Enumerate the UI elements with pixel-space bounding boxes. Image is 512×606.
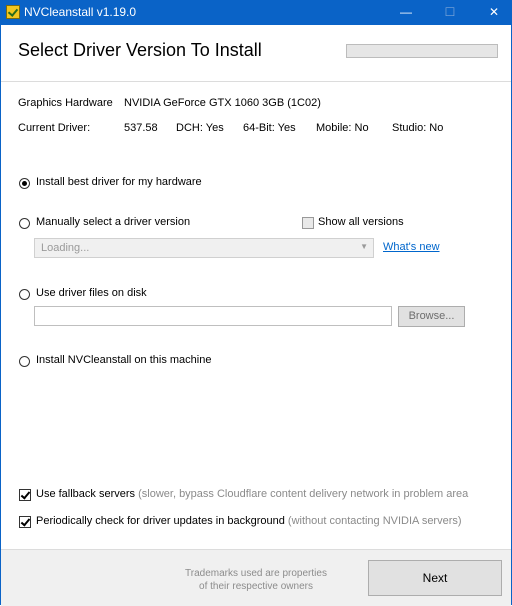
bit64-status: 64-Bit: Yes bbox=[243, 122, 296, 134]
mobile-status: Mobile: No bbox=[316, 122, 369, 134]
whats-new-link[interactable]: What's new bbox=[383, 241, 440, 253]
manual-version-label[interactable]: Manually select a driver version bbox=[36, 216, 190, 228]
chevron-down-icon: ▼ bbox=[360, 242, 368, 251]
maximize-button: ☐ bbox=[444, 5, 456, 19]
window-title: NVCleanstall v1.19.0 bbox=[24, 5, 137, 19]
trademark-line-1: Trademarks used are properties bbox=[185, 568, 327, 579]
install-nvcleanstall-radio[interactable] bbox=[19, 356, 30, 367]
hardware-label: Graphics Hardware bbox=[18, 97, 113, 109]
driver-version-select-value: Loading... bbox=[41, 242, 90, 254]
periodic-check-note: (without contacting NVIDIA servers) bbox=[287, 515, 462, 527]
download-progress-bar bbox=[346, 44, 498, 58]
trademark-line-2: of their respective owners bbox=[199, 581, 313, 592]
install-nvcleanstall-label[interactable]: Install NVCleanstall on this machine bbox=[36, 354, 211, 366]
app-icon bbox=[6, 5, 20, 19]
best-driver-label[interactable]: Install best driver for my hardware bbox=[36, 176, 202, 188]
hardware-value: NVIDIA GeForce GTX 1060 3GB (1C02) bbox=[124, 97, 321, 109]
fallback-servers-note: (slower, bypass Cloudflare content deliv… bbox=[138, 488, 469, 500]
close-button[interactable]: ✕ bbox=[476, 0, 512, 25]
driver-version-select[interactable]: Loading... ▼ bbox=[34, 238, 374, 258]
page-title: Select Driver Version To Install bbox=[18, 40, 262, 60]
dch-status: DCH: Yes bbox=[176, 122, 224, 134]
browse-button[interactable]: Browse... bbox=[398, 306, 465, 327]
fallback-servers-row: Use fallback servers (slower, bypass Clo… bbox=[36, 488, 488, 500]
studio-status: Studio: No bbox=[392, 122, 444, 134]
fallback-servers-label[interactable]: Use fallback servers bbox=[36, 488, 135, 500]
minimize-button[interactable]: — bbox=[388, 0, 424, 25]
best-driver-radio[interactable] bbox=[19, 178, 30, 189]
current-driver-version: 537.58 bbox=[124, 122, 158, 134]
title-bar: NVCleanstall v1.19.0 — ☐ ✕ bbox=[0, 0, 512, 25]
manual-version-radio[interactable] bbox=[19, 218, 30, 229]
current-driver-label: Current Driver: bbox=[18, 122, 91, 134]
next-button[interactable]: Next bbox=[368, 560, 502, 596]
periodic-check-checkbox[interactable] bbox=[19, 516, 31, 528]
periodic-check-label[interactable]: Periodically check for driver updates in… bbox=[36, 515, 285, 527]
disk-files-label[interactable]: Use driver files on disk bbox=[36, 287, 147, 299]
fallback-servers-checkbox[interactable] bbox=[19, 489, 31, 501]
show-all-versions-checkbox[interactable] bbox=[302, 217, 314, 229]
periodic-check-row: Periodically check for driver updates in… bbox=[36, 515, 488, 527]
header-divider bbox=[1, 81, 511, 82]
show-all-versions-label[interactable]: Show all versions bbox=[318, 216, 404, 228]
disk-path-input[interactable] bbox=[34, 306, 392, 326]
trademark-notice: Trademarks used are properties of their … bbox=[170, 567, 342, 593]
disk-files-radio[interactable] bbox=[19, 289, 30, 300]
